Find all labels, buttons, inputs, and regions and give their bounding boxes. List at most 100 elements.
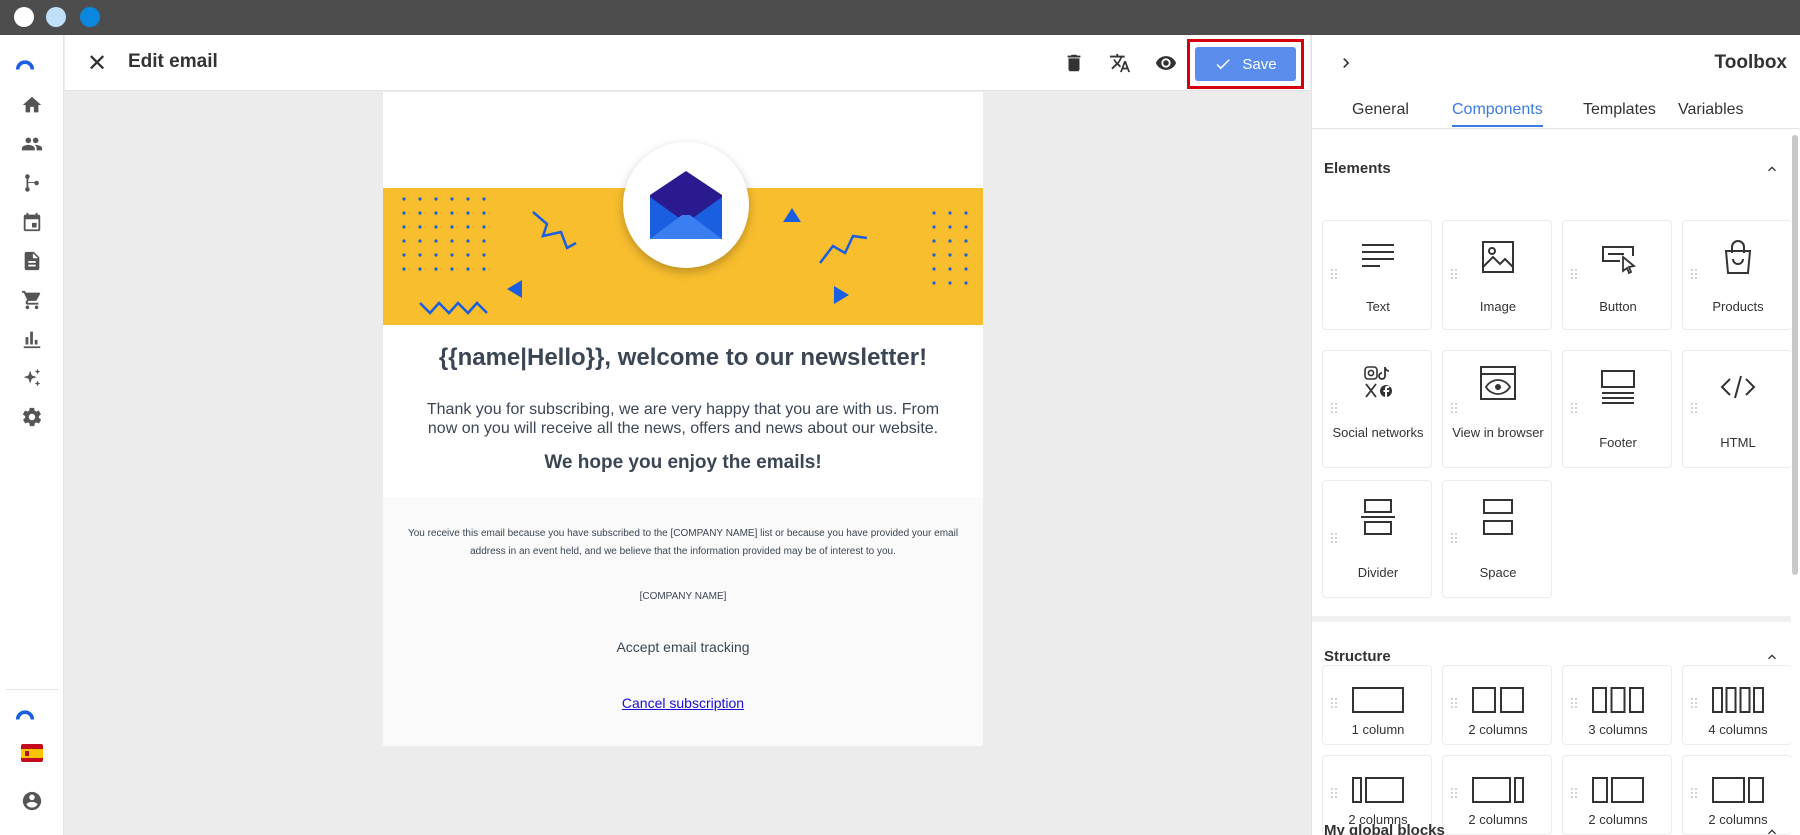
element-card-divider[interactable]: Divider (1322, 480, 1432, 598)
code-icon (1713, 365, 1763, 409)
three-columns-icon (1590, 678, 1646, 722)
element-label: Text (1366, 299, 1390, 314)
flow-icon[interactable] (20, 171, 44, 195)
save-highlight: Save (1187, 39, 1304, 89)
window-titlebar (0, 0, 1800, 35)
structure-card-2-columns-third-twothirds[interactable]: 2 columns (1562, 755, 1672, 835)
divider-icon (1353, 495, 1403, 539)
tab-general[interactable]: General (1352, 101, 1409, 125)
email-canvas: {{name|Hello}}, welcome to our newslette… (65, 92, 1310, 835)
toolbox-panel: Toolbox General Components Templates Var… (1311, 35, 1800, 835)
calendar-icon[interactable] (20, 210, 44, 234)
logo-icon[interactable] (14, 703, 36, 725)
structure-label: 1 column (1351, 722, 1405, 737)
gear-icon[interactable] (20, 405, 44, 429)
footer-company-name: [COMPANY NAME] (639, 591, 727, 602)
structure-card-2-columns[interactable]: 2 columns (1442, 665, 1552, 745)
structure-card-3-columns[interactable]: 3 columns (1562, 665, 1672, 745)
editor-header: ✕ Edit email Save (65, 35, 1310, 91)
two-columns-icon (1470, 678, 1526, 722)
bag-icon (1713, 235, 1763, 279)
element-label: Space (1479, 565, 1517, 580)
element-card-products[interactable]: Products (1682, 220, 1791, 330)
four-columns-icon (1710, 678, 1766, 722)
global-blocks-section-title: My global blocks (1324, 822, 1445, 835)
chevron-right-icon[interactable] (1334, 51, 1358, 75)
chevron-up-icon[interactable] (1764, 824, 1780, 835)
element-label: HTML (1720, 435, 1756, 450)
chevron-up-icon[interactable] (1764, 161, 1780, 177)
element-card-button[interactable]: Button (1562, 220, 1672, 330)
email-body-text: Thank you for subscribing, we are very h… (426, 401, 940, 437)
third-twothirds-columns-icon (1590, 768, 1646, 812)
save-button[interactable]: Save (1195, 47, 1296, 81)
window-minimize-control[interactable] (46, 7, 66, 27)
toolbox-scroll-area[interactable]: Elements Text Image Button Products Soci… (1312, 130, 1791, 835)
check-icon (1216, 59, 1231, 70)
trash-icon[interactable] (1062, 51, 1086, 75)
chart-icon[interactable] (20, 327, 44, 351)
window-close-control[interactable] (14, 7, 34, 27)
email-subheading: We hope you enjoy the emails! (544, 452, 822, 473)
element-card-social-networks[interactable]: Social networks (1322, 350, 1432, 468)
one-column-icon (1350, 678, 1406, 722)
toolbox-header: Toolbox (1312, 35, 1800, 91)
element-label: Image (1479, 299, 1517, 314)
tab-variables[interactable]: Variables (1678, 101, 1744, 125)
close-icon[interactable]: ✕ (85, 50, 109, 77)
toolbox-title: Toolbox (1714, 52, 1787, 73)
structure-card-1-column[interactable]: 1 column (1322, 665, 1432, 745)
tab-templates[interactable]: Templates (1583, 101, 1656, 125)
tab-components[interactable]: Components (1452, 101, 1543, 127)
structure-label: 4 columns (1708, 722, 1768, 737)
element-card-view-in-browser[interactable]: View in browser (1442, 350, 1552, 468)
toolbox-scrollbar[interactable] (1792, 135, 1798, 575)
footer-tracking-link[interactable]: Accept email tracking (383, 639, 983, 655)
chevron-up-icon[interactable] (1764, 649, 1780, 665)
people-icon[interactable] (20, 132, 44, 156)
element-label: Footer (1599, 435, 1637, 450)
structure-label: 2 columns (1468, 722, 1528, 737)
image-icon (1473, 235, 1523, 279)
element-label: View in browser (1452, 425, 1544, 440)
email-preview[interactable]: {{name|Hello}}, welcome to our newslette… (383, 92, 983, 746)
eye-icon[interactable] (1154, 51, 1178, 75)
structure-card-2-columns-wide-narrow[interactable]: 2 columns (1442, 755, 1552, 835)
logo-icon[interactable] (14, 53, 36, 75)
element-card-text[interactable]: Text (1322, 220, 1432, 330)
cart-icon[interactable] (20, 288, 44, 312)
email-footer: You receive this email because you have … (383, 497, 983, 746)
button-icon (1593, 235, 1643, 279)
sparkle-icon[interactable] (20, 366, 44, 390)
twothirds-third-columns-icon (1710, 768, 1766, 812)
wide-narrow-columns-icon (1470, 768, 1526, 812)
element-label: Social networks (1332, 425, 1424, 440)
left-navigation (0, 35, 64, 835)
toolbox-tabs: General Components Templates Variables (1312, 91, 1800, 129)
home-icon[interactable] (20, 93, 44, 117)
browser-eye-icon (1473, 361, 1523, 405)
page-title: Edit email (128, 51, 218, 72)
footer-icon (1593, 365, 1643, 409)
element-card-space[interactable]: Space (1442, 480, 1552, 598)
text-icon (1353, 235, 1403, 279)
document-icon[interactable] (20, 249, 44, 273)
structure-label: 3 columns (1588, 722, 1648, 737)
structure-card-4-columns[interactable]: 4 columns (1682, 665, 1791, 745)
space-icon (1473, 495, 1523, 539)
window-maximize-control[interactable] (80, 7, 100, 27)
spain-flag-icon[interactable] (21, 744, 43, 762)
element-card-footer[interactable]: Footer (1562, 350, 1672, 468)
structure-card-2-columns-twothirds-third[interactable]: 2 columns (1682, 755, 1791, 835)
account-icon[interactable] (20, 789, 44, 813)
structure-label: 2 columns (1468, 812, 1528, 827)
structure-label: 2 columns (1588, 812, 1648, 827)
element-card-html[interactable]: HTML (1682, 350, 1791, 468)
translate-icon[interactable] (1108, 51, 1132, 75)
structure-section-title: Structure (1324, 648, 1391, 665)
element-card-image[interactable]: Image (1442, 220, 1552, 330)
cancel-subscription-link[interactable]: Cancel subscription (383, 695, 983, 711)
elements-section-title: Elements (1324, 160, 1391, 177)
social-icon (1353, 361, 1403, 405)
nav-divider (6, 689, 58, 690)
